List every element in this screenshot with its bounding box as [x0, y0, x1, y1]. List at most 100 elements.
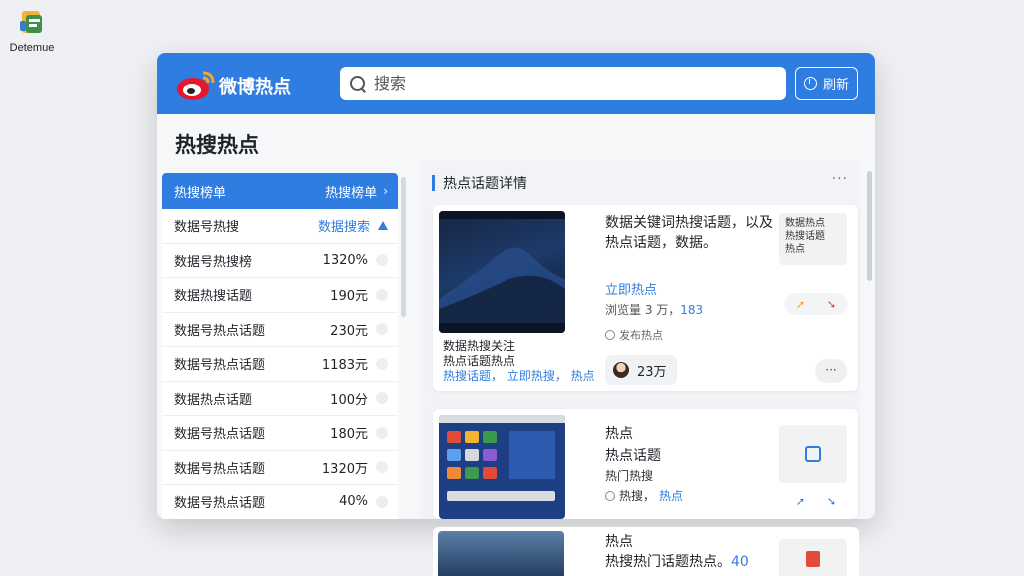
list-item-label: 数据号热搜榜	[174, 254, 253, 270]
card-title: 热点	[605, 534, 633, 550]
list-item-value: 190元	[330, 289, 368, 305]
card-subtitle: 热点话题	[605, 448, 661, 464]
list-header-link: 热搜榜单	[325, 185, 378, 201]
bag-icon	[806, 551, 820, 567]
list-item-value: 1320%	[322, 252, 368, 268]
list-header-title: 热搜榜单	[174, 185, 227, 201]
detail-panel: 热点话题详情 ··· 数据热搜关注 热点话题热点 热搜话题， 立即热搜， 热点 …	[420, 161, 860, 519]
list-item-value: 1183元	[321, 358, 368, 374]
forward-icon[interactable]: ➘	[827, 495, 836, 508]
list-item-value: 230元	[330, 323, 368, 339]
status-dot-icon	[376, 323, 388, 336]
list-item-label: 数据热搜话题	[174, 289, 253, 305]
list-item-label: 数据号热搜	[174, 220, 240, 236]
status-dot-icon	[376, 288, 388, 301]
share-actions[interactable]: ➚ ➘	[785, 293, 847, 315]
card-count: 40	[731, 554, 749, 570]
list-item-value: 180元	[330, 427, 368, 443]
list-item-label: 数据号热点话题	[174, 496, 266, 512]
status-dot-icon	[376, 461, 388, 474]
status-dot-icon	[376, 392, 388, 405]
card-meta-link[interactable]: 热点	[659, 487, 683, 504]
side-thumbnail[interactable]	[779, 539, 847, 576]
user-count: 23万	[637, 364, 667, 380]
video-thumbnail[interactable]	[439, 211, 565, 333]
status-dot-icon	[376, 254, 388, 267]
search-input[interactable]	[374, 74, 754, 93]
caption-line: 数据热搜关注	[443, 339, 516, 353]
hint-text: 发布热点	[619, 329, 663, 342]
topic-tag-link[interactable]: 立即热点	[605, 279, 657, 298]
screenshot-thumbnail[interactable]	[439, 415, 565, 519]
card-headline: 数据关键词热搜话题，以及热点话题，数据。	[605, 215, 773, 251]
weibo-logo-icon	[175, 67, 219, 101]
user-chip[interactable]: 23万	[605, 355, 677, 385]
desktop-app-icon[interactable]: Detemue	[6, 8, 58, 54]
hot-search-list: 热搜榜单 热搜榜单 › 数据号热搜 数据搜索 数据号热搜榜 1320% 数据热搜…	[162, 173, 398, 519]
list-item-value: 数据搜索	[317, 220, 370, 236]
page-title: 热搜热点	[175, 133, 259, 157]
avatar	[613, 362, 629, 378]
list-item[interactable]: 数据号热搜 数据搜索	[162, 209, 398, 244]
share-icon[interactable]: ➚	[796, 495, 805, 508]
list-item[interactable]: 数据热点话题 100分	[162, 382, 398, 416]
more-options-icon[interactable]: ···	[832, 171, 848, 187]
side-note: 数据热点 热搜话题 热点	[779, 213, 847, 265]
share-actions[interactable]: ➚ ➘	[785, 491, 847, 511]
list-item-label: 数据号热点话题	[174, 323, 266, 339]
list-item[interactable]: 数据号热点话题 230元	[162, 313, 398, 347]
card-meta-text: 热搜，	[619, 489, 656, 503]
app-icon	[18, 8, 46, 36]
list-item-label: 数据号热点话题	[174, 461, 266, 477]
search-icon	[350, 75, 366, 92]
search-box[interactable]	[340, 67, 786, 100]
landscape-thumbnail[interactable]	[438, 531, 564, 576]
side-thumbnail[interactable]	[779, 425, 847, 483]
circle-icon	[605, 330, 615, 340]
card-title: 热点	[605, 426, 633, 442]
list-scrollbar[interactable]	[401, 177, 406, 317]
list-header[interactable]: 热搜榜单 热搜榜单 ›	[162, 173, 398, 209]
list-item[interactable]: 数据热搜话题 190元	[162, 278, 398, 313]
app-window: 微博热点 刷新 热搜热点 热搜榜单 热搜榜单 › 数据号热搜 数据搜索 数据号	[157, 53, 875, 519]
section-accent-bar	[432, 175, 435, 191]
forward-icon[interactable]: ➘	[827, 298, 836, 311]
card-meta: 热门热搜	[605, 469, 654, 483]
list-item[interactable]: 数据号热点话题 1183元	[162, 347, 398, 382]
list-item[interactable]: 数据号热点话题 40%	[162, 485, 398, 519]
status-dot-icon	[376, 357, 388, 370]
bag-icon	[805, 446, 821, 462]
more-options-button[interactable]: ···	[815, 359, 847, 383]
meta-count: 183	[680, 303, 704, 317]
meta-text: 浏览量 3 万，	[605, 303, 681, 317]
list-item-label: 数据热点话题	[174, 392, 253, 408]
topic-card[interactable]: 热点 热搜热门话题热点。40	[433, 527, 859, 576]
list-item-label: 数据号热点话题	[174, 358, 266, 374]
list-item-value: 40%	[339, 494, 368, 510]
detail-scrollbar[interactable]	[867, 171, 872, 281]
list-item-value: 100分	[330, 392, 368, 408]
list-item[interactable]: 数据号热点话题 180元	[162, 416, 398, 451]
topic-card[interactable]: 热点 热点话题 热门热搜 热搜， 热点 ➚ ➘	[433, 409, 858, 519]
refresh-button[interactable]: 刷新	[795, 67, 858, 100]
refresh-button-label: 刷新	[822, 78, 849, 93]
desktop-icon-label: Detemue	[9, 42, 55, 54]
share-icon[interactable]: ➚	[796, 298, 805, 311]
detail-title: 热点话题详情	[443, 176, 527, 192]
trending-up-icon	[378, 221, 388, 231]
list-item[interactable]: 数据号热搜榜 1320%	[162, 244, 398, 278]
caption-link[interactable]: 热搜话题， 立即热搜， 热点	[443, 369, 595, 384]
top-bar: 微博热点 刷新	[157, 53, 875, 114]
app-title: 微博热点	[219, 77, 291, 98]
list-item-value: 1320万	[321, 461, 368, 477]
status-dot-icon	[376, 495, 388, 508]
clock-icon	[803, 77, 817, 90]
status-dot-icon	[376, 426, 388, 439]
chevron-right-icon: ›	[383, 184, 388, 198]
topic-card[interactable]: 数据热搜关注 热点话题热点 热搜话题， 立即热搜， 热点 数据关键词热搜话题，以…	[433, 205, 858, 391]
list-item[interactable]: 数据号热点话题 1320万	[162, 451, 398, 485]
card-subtitle: 热搜热门话题热点。	[605, 554, 731, 570]
caption-line: 热点话题热点	[443, 354, 516, 368]
list-item-label: 数据号热点话题	[174, 427, 266, 443]
circle-icon	[605, 490, 615, 501]
